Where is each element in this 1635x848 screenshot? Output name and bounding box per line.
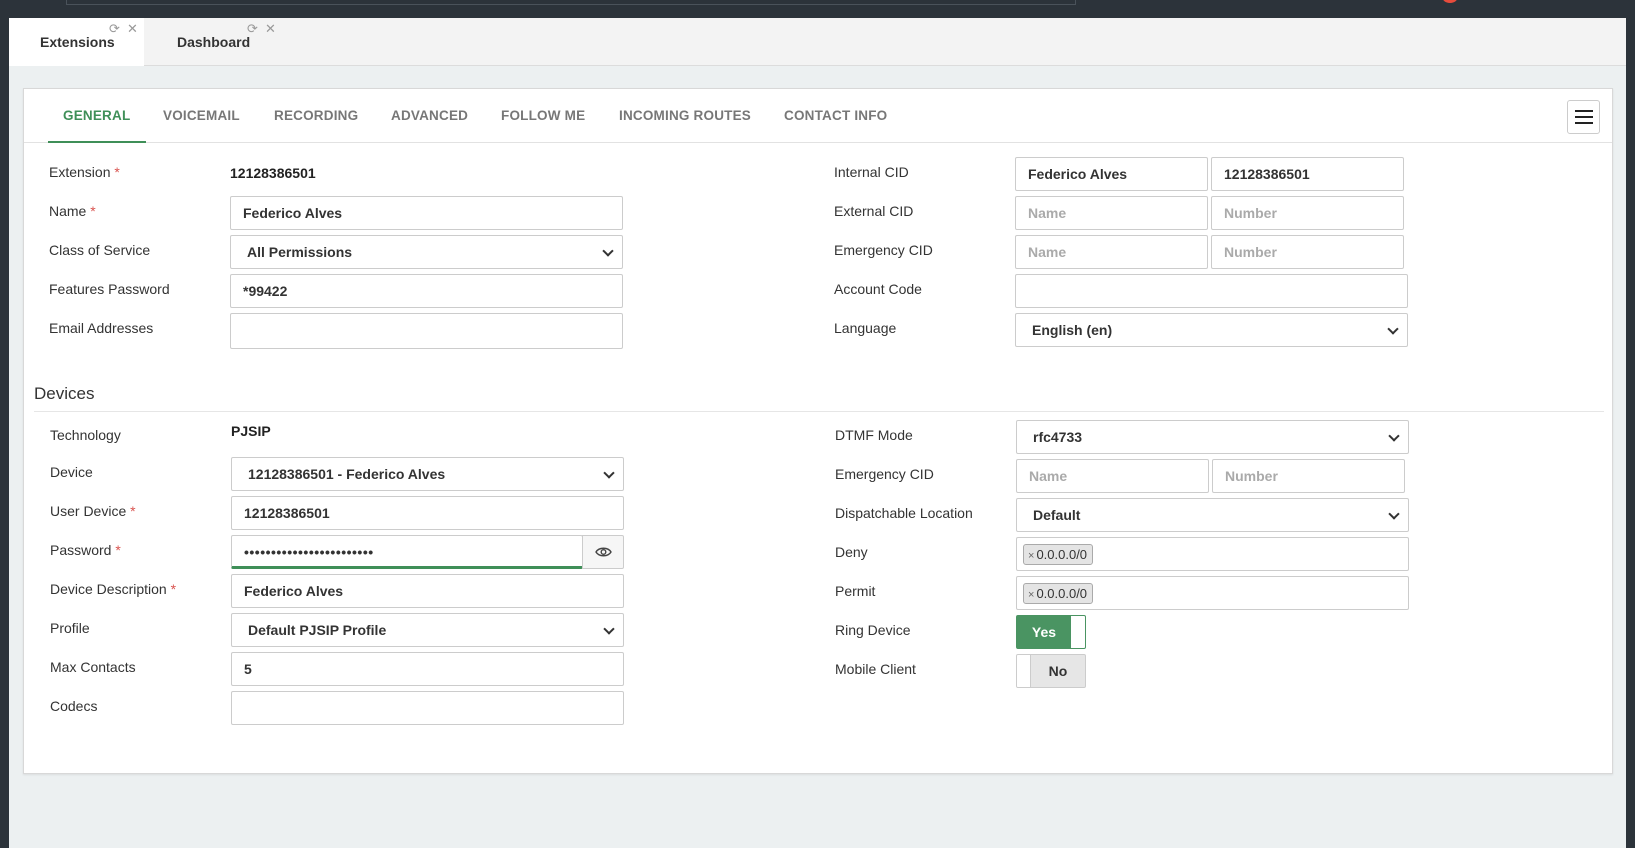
emergency-cid-name-input[interactable]: Name — [1015, 235, 1208, 269]
external-cid-name-input[interactable]: Name — [1015, 196, 1208, 230]
active-tab-indicator — [48, 141, 146, 143]
device-select[interactable]: 12128386501 - Federico Alves — [231, 457, 624, 491]
list-icon — [1575, 110, 1593, 112]
toggle-state: Yes — [1031, 624, 1057, 640]
app-content: Extensions ⟳ ✕ Dashboard ⟳ ✕ GENERAL VOI… — [9, 18, 1626, 848]
tab-voicemail[interactable]: VOICEMAIL — [163, 108, 240, 123]
internal-cid-label: Internal CID — [834, 164, 909, 180]
tag-remove-icon[interactable]: × — [1028, 550, 1034, 562]
tab-contact-info[interactable]: CONTACT INFO — [784, 108, 887, 123]
password-input[interactable]: •••••••••••••••••••••••• — [231, 535, 583, 569]
close-icon[interactable]: ✕ — [265, 21, 278, 37]
account-code-label: Account Code — [834, 281, 922, 297]
tab-general[interactable]: GENERAL — [63, 108, 130, 123]
permit-tag: × 0.0.0.0/0 — [1023, 583, 1094, 604]
notification-badge[interactable] — [1442, 0, 1458, 3]
deny-tags-input[interactable]: × 0.0.0.0/0 — [1016, 537, 1409, 571]
device-emergency-cid-label: Emergency CID — [835, 466, 934, 482]
deny-label: Deny — [835, 544, 868, 560]
device-label: Device — [50, 464, 93, 480]
toggle-state: No — [1048, 663, 1068, 679]
extension-label: Extension * — [49, 164, 120, 180]
extension-form-card: GENERAL VOICEMAIL RECORDING ADVANCED FOL… — [23, 88, 1613, 774]
emergency-cid-label: Emergency CID — [834, 242, 933, 258]
ring-device-toggle[interactable]: Yes — [1016, 615, 1086, 649]
extension-value: 12128386501 — [230, 165, 316, 181]
password-label: Password * — [50, 542, 121, 558]
global-search-input[interactable] — [66, 0, 1076, 5]
features-password-input[interactable]: *99422 — [230, 274, 623, 308]
name-label: Name * — [49, 203, 96, 219]
section-divider — [34, 411, 1604, 412]
dtmf-mode-label: DTMF Mode — [835, 427, 913, 443]
device-description-label: Device Description * — [50, 581, 177, 597]
class-of-service-label: Class of Service — [49, 242, 151, 258]
language-select[interactable]: English (en) — [1015, 313, 1408, 347]
ring-device-label: Ring Device — [835, 622, 911, 638]
refresh-icon[interactable]: ⟳ — [247, 21, 260, 37]
email-addresses-input[interactable] — [230, 313, 623, 349]
device-emergency-cid-number-input[interactable]: Number — [1212, 459, 1405, 493]
permit-tags-input[interactable]: × 0.0.0.0/0 — [1016, 576, 1409, 610]
account-code-input[interactable] — [1015, 274, 1408, 308]
profile-label: Profile — [50, 620, 90, 636]
features-password-label: Features Password — [49, 281, 170, 297]
list-menu-button[interactable] — [1567, 100, 1600, 134]
toggle-knob — [1017, 655, 1031, 687]
device-description-input[interactable]: Federico Alves — [231, 574, 624, 608]
eye-icon — [595, 547, 612, 557]
tag-remove-icon[interactable]: × — [1028, 589, 1034, 601]
deny-tag: × 0.0.0.0/0 — [1023, 544, 1094, 565]
tab-advanced[interactable]: ADVANCED — [391, 108, 468, 123]
page-tab-extensions[interactable]: Extensions ⟳ ✕ — [9, 18, 144, 66]
email-addresses-label: Email Addresses — [49, 320, 154, 336]
page-tab-bar: Extensions ⟳ ✕ Dashboard ⟳ ✕ — [9, 18, 1626, 66]
close-icon[interactable]: ✕ — [127, 21, 140, 37]
user-device-input[interactable]: 12128386501 — [231, 496, 624, 530]
section-tabs: GENERAL VOICEMAIL RECORDING ADVANCED FOL… — [24, 89, 1612, 143]
user-device-label: User Device * — [50, 503, 136, 519]
show-password-button[interactable] — [582, 535, 624, 569]
profile-select[interactable]: Default PJSIP Profile — [231, 613, 624, 647]
permit-label: Permit — [835, 583, 876, 599]
technology-value: PJSIP — [231, 423, 271, 439]
dispatchable-location-label: Dispatchable Location — [835, 505, 973, 521]
max-contacts-input[interactable]: 5 — [231, 652, 624, 686]
codecs-input[interactable] — [231, 691, 624, 725]
external-cid-label: External CID — [834, 203, 914, 219]
dtmf-mode-select[interactable]: rfc4733 — [1016, 420, 1409, 454]
external-cid-number-input[interactable]: Number — [1211, 196, 1404, 230]
max-contacts-label: Max Contacts — [50, 659, 136, 675]
tab-recording[interactable]: RECORDING — [274, 108, 358, 123]
technology-label: Technology — [50, 427, 121, 443]
codecs-label: Codecs — [50, 698, 98, 714]
page-tab-label: Extensions — [40, 34, 115, 50]
top-bar — [0, 0, 1635, 18]
class-of-service-select[interactable]: All Permissions — [230, 235, 623, 269]
toggle-knob — [1071, 616, 1085, 648]
refresh-icon[interactable]: ⟳ — [109, 21, 122, 37]
tab-follow-me[interactable]: FOLLOW ME — [501, 108, 585, 123]
language-label: Language — [834, 320, 897, 336]
internal-cid-number-input[interactable]: 12128386501 — [1211, 157, 1404, 191]
page-tab-label: Dashboard — [177, 34, 251, 50]
mobile-client-toggle[interactable]: No — [1016, 654, 1086, 688]
devices-section-title: Devices — [34, 384, 95, 403]
dispatchable-location-select[interactable]: Default — [1016, 498, 1409, 532]
tab-incoming-routes[interactable]: INCOMING ROUTES — [619, 108, 751, 123]
emergency-cid-number-input[interactable]: Number — [1211, 235, 1404, 269]
name-input[interactable]: Federico Alves — [230, 196, 623, 230]
mobile-client-label: Mobile Client — [835, 661, 916, 677]
internal-cid-name-input[interactable]: Federico Alves — [1015, 157, 1208, 191]
device-emergency-cid-name-input[interactable]: Name — [1016, 459, 1209, 493]
page-tab-dashboard[interactable]: Dashboard ⟳ ✕ — [144, 18, 294, 66]
